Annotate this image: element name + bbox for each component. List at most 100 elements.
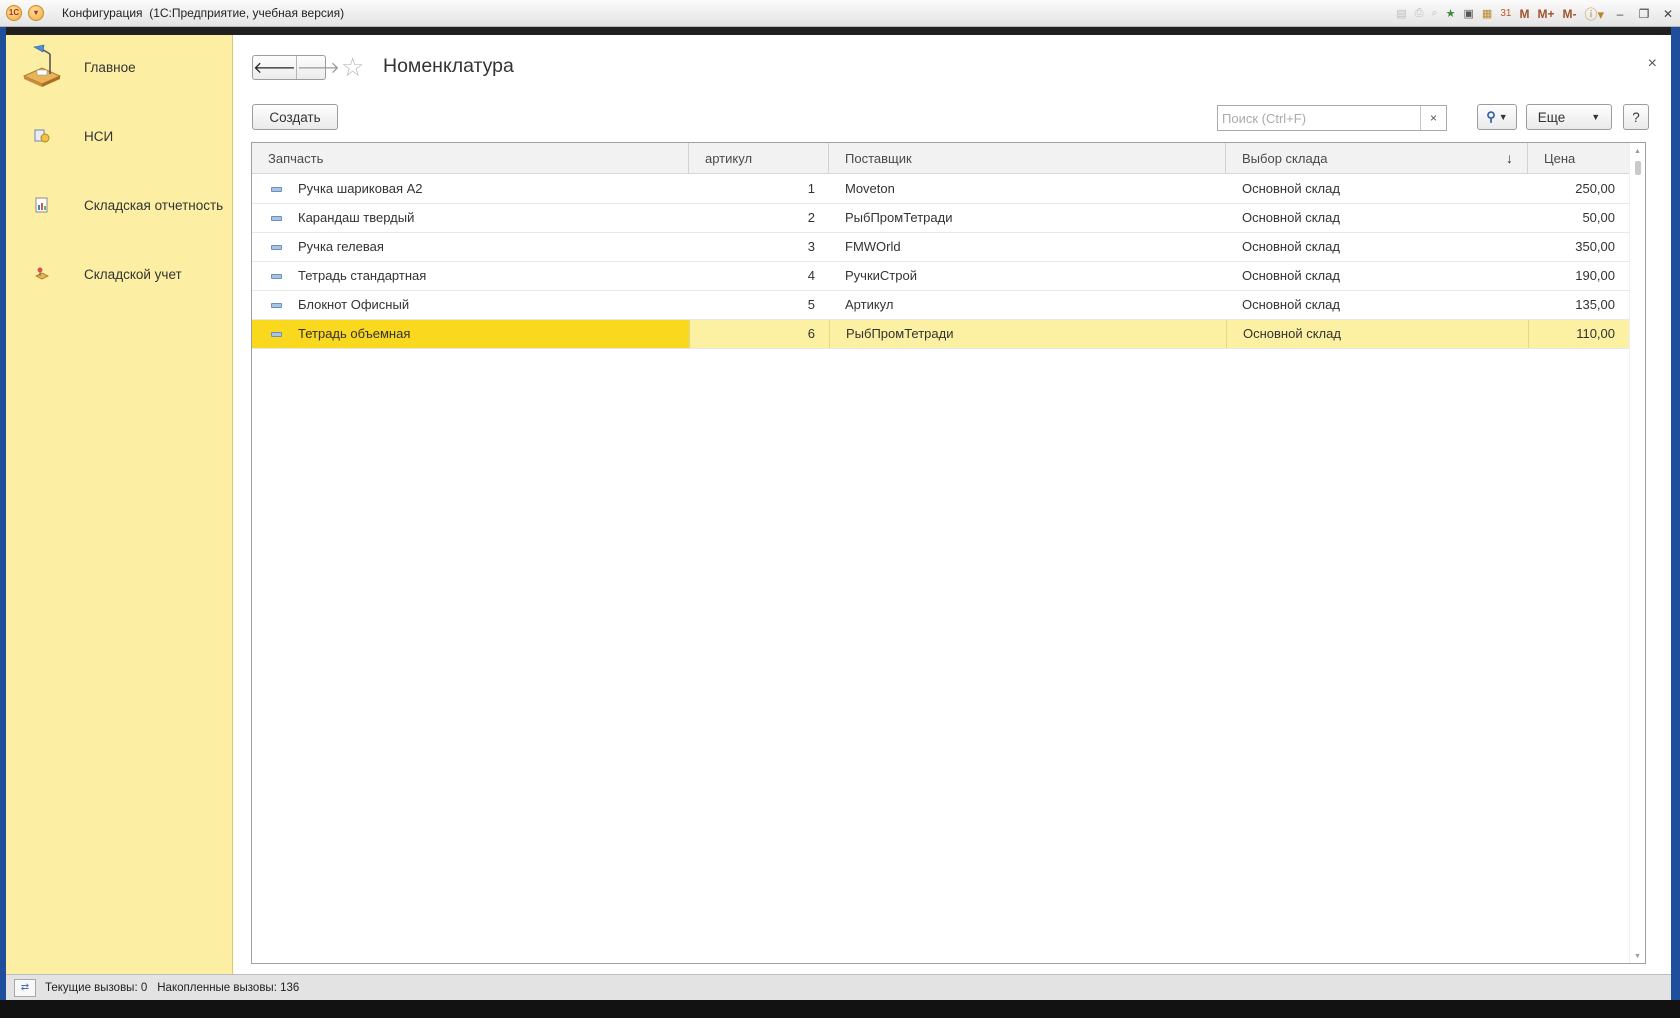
catalog-item-icon bbox=[271, 187, 282, 192]
create-button[interactable]: Создать bbox=[252, 104, 338, 130]
reference-data-icon bbox=[34, 128, 50, 144]
cell-part[interactable]: Карандаш твердый bbox=[298, 204, 688, 232]
search-options-button[interactable]: ⚲ ▼ bbox=[1477, 104, 1517, 130]
help-button[interactable]: ? bbox=[1623, 104, 1649, 130]
cell-warehouse[interactable]: Основной склад bbox=[1226, 291, 1528, 319]
os-taskbar bbox=[0, 1000, 1680, 1018]
warehouse-accounting-icon bbox=[34, 266, 50, 282]
window-title-bar: 1С ▾ Конфигурация (1С:Предприятие, учебн… bbox=[0, 0, 1680, 27]
more-button[interactable]: Еще ▼ bbox=[1526, 104, 1612, 130]
cell-price[interactable]: 50,00 bbox=[1528, 204, 1629, 232]
scroll-up-icon[interactable]: ▲ bbox=[1634, 148, 1641, 155]
cell-warehouse[interactable]: Основной склад bbox=[1226, 175, 1528, 203]
cell-supplier[interactable]: РыбПромТетради bbox=[829, 204, 1226, 232]
column-header-price[interactable]: Цена bbox=[1528, 143, 1629, 174]
close-form-icon[interactable]: × bbox=[1648, 55, 1657, 73]
table-row[interactable]: Ручка шариковая А2 1 Moveton Основной склад… bbox=[252, 175, 1629, 204]
search-clear-icon[interactable]: × bbox=[1420, 106, 1446, 130]
memory-minus-button[interactable]: M- bbox=[1560, 5, 1578, 23]
cell-part[interactable]: Ручка гелевая bbox=[298, 233, 688, 261]
cell-price[interactable]: 135,00 bbox=[1528, 291, 1629, 319]
cell-warehouse[interactable]: Основной склад bbox=[1226, 320, 1528, 348]
table-row[interactable]: Блокнот Офисный 5 Артикул Основной склад 135… bbox=[252, 291, 1629, 320]
close-window-icon[interactable]: ✕ bbox=[1658, 5, 1678, 23]
catalog-item-icon bbox=[271, 216, 282, 221]
current-calls-text: Текущие вызовы: 0 bbox=[45, 981, 148, 994]
cell-article[interactable]: 1 bbox=[689, 175, 829, 203]
column-header-label: Выбор склада bbox=[1242, 151, 1328, 166]
cell-part[interactable]: Тетрадь стандартная bbox=[298, 262, 688, 290]
history-icon[interactable]: ▣ bbox=[1462, 5, 1476, 23]
save-icon[interactable]: ▤ bbox=[1394, 5, 1408, 23]
column-header-article[interactable]: артикул bbox=[689, 143, 829, 174]
history-nav: 🡐 🡒 bbox=[252, 55, 340, 80]
cell-article[interactable]: 4 bbox=[689, 262, 829, 290]
sidebar-item-label: Складской учет bbox=[84, 266, 182, 282]
table-row[interactable]: Карандаш твердый 2 РыбПромТетради Основной … bbox=[252, 204, 1629, 233]
cell-warehouse[interactable]: Основной склад bbox=[1226, 233, 1528, 261]
search-input[interactable] bbox=[1218, 107, 1420, 129]
back-arrow-icon[interactable]: 🡐 bbox=[253, 56, 296, 79]
search-box: × bbox=[1217, 105, 1447, 131]
calculator-icon[interactable]: ▦ bbox=[1480, 5, 1494, 23]
print-icon[interactable]: ⎙ bbox=[1413, 5, 1426, 23]
sidebar-item-main[interactable]: Главное bbox=[6, 42, 233, 92]
cell-price[interactable]: 250,00 bbox=[1528, 175, 1629, 203]
column-header-warehouse[interactable]: Выбор склада ↓ bbox=[1226, 143, 1528, 174]
cell-supplier[interactable]: РучкиСтрой bbox=[829, 262, 1226, 290]
favorites-icon[interactable]: ★ bbox=[1444, 5, 1458, 23]
main-menu-icon[interactable]: ▾ bbox=[28, 5, 44, 21]
minimize-icon[interactable]: – bbox=[1610, 5, 1630, 23]
catalog-item-icon bbox=[271, 245, 282, 250]
column-header-supplier[interactable]: Поставщик bbox=[829, 143, 1226, 174]
desktop-edge-right bbox=[1671, 27, 1680, 1000]
cell-supplier[interactable]: Moveton bbox=[829, 175, 1226, 203]
catalog-item-icon bbox=[271, 332, 282, 337]
sidebar-item-warehouse-accounting[interactable]: Складской учет bbox=[6, 249, 233, 299]
forward-arrow-icon[interactable]: 🡒 bbox=[295, 56, 340, 79]
cell-warehouse[interactable]: Основной склад bbox=[1226, 262, 1528, 290]
sidebar-item-warehouse-reports[interactable]: Складская отчетность bbox=[6, 180, 233, 230]
scroll-down-icon[interactable]: ▼ bbox=[1634, 953, 1641, 960]
app-logo-icon[interactable]: 1С bbox=[6, 5, 22, 21]
preview-icon[interactable]: ⌕ bbox=[1429, 5, 1439, 23]
column-header-part[interactable]: Запчасть bbox=[252, 143, 689, 174]
cell-article[interactable]: 2 bbox=[689, 204, 829, 232]
chevron-down-icon: ▼ bbox=[1591, 112, 1601, 122]
table-row[interactable]: Ручка гелевая 3 FMWOrld Основной склад 350,0… bbox=[252, 233, 1629, 262]
table-row[interactable]: Тетрадь стандартная 4 РучкиСтрой Основной с… bbox=[252, 262, 1629, 291]
cell-article[interactable]: 6 bbox=[689, 320, 829, 348]
sections-panel: Главное НСИ Складская отчетность Складск… bbox=[6, 35, 233, 974]
memory-m-button[interactable]: M bbox=[1517, 5, 1531, 23]
scroll-thumb[interactable] bbox=[1635, 161, 1641, 175]
report-icon bbox=[34, 197, 50, 213]
cell-part[interactable]: Тетрадь объемная bbox=[298, 320, 688, 348]
server-calls-icon[interactable]: ⇄ bbox=[14, 978, 36, 997]
cell-article[interactable]: 5 bbox=[689, 291, 829, 319]
cell-price[interactable]: 350,00 bbox=[1528, 233, 1629, 261]
cell-supplier[interactable]: FMWOrld bbox=[829, 233, 1226, 261]
sidebar-item-label: Главное bbox=[84, 59, 136, 75]
cell-warehouse[interactable]: Основной склад bbox=[1226, 204, 1528, 232]
cell-part[interactable]: Ручка шариковая А2 bbox=[298, 175, 688, 203]
cell-article[interactable]: 3 bbox=[689, 233, 829, 261]
info-icon[interactable]: ⓘ▾ bbox=[1582, 5, 1606, 23]
sidebar-item-nsi[interactable]: НСИ bbox=[6, 111, 233, 161]
sidebar-item-label: Складская отчетность bbox=[84, 197, 224, 213]
restore-icon[interactable]: ❐ bbox=[1634, 5, 1654, 23]
cell-supplier[interactable]: Артикул bbox=[829, 291, 1226, 319]
calendar-icon[interactable]: 31 bbox=[1498, 5, 1513, 23]
cell-part[interactable]: Блокнот Офисный bbox=[298, 291, 688, 319]
form-area: 🡐 🡒 ☆ Номенклатура × Создать × ⚲ ▼ Еще ▼… bbox=[233, 35, 1671, 974]
vertical-scrollbar[interactable]: ▲ ▼ bbox=[1629, 143, 1645, 963]
cell-price[interactable]: 110,00 bbox=[1528, 320, 1629, 348]
title-bar-tools: ▤ ⎙ ⌕ ★ ▣ ▦ 31 M M+ M- ⓘ▾ – ❐ ✕ bbox=[1392, 0, 1680, 27]
window-title: Конфигурация (1С:Предприятие, учебная ве… bbox=[62, 6, 345, 20]
cell-supplier[interactable]: РыбПромТетради bbox=[829, 320, 1226, 348]
cell-price[interactable]: 190,00 bbox=[1528, 262, 1629, 290]
sidebar-item-label: НСИ bbox=[84, 128, 114, 144]
favorite-star-icon[interactable]: ☆ bbox=[341, 53, 364, 81]
page-title: Номенклатура bbox=[383, 55, 514, 77]
memory-plus-button[interactable]: M+ bbox=[1535, 5, 1556, 23]
table-row[interactable]: Тетрадь объемная 6 РыбПромТетради Основной … bbox=[252, 320, 1629, 349]
